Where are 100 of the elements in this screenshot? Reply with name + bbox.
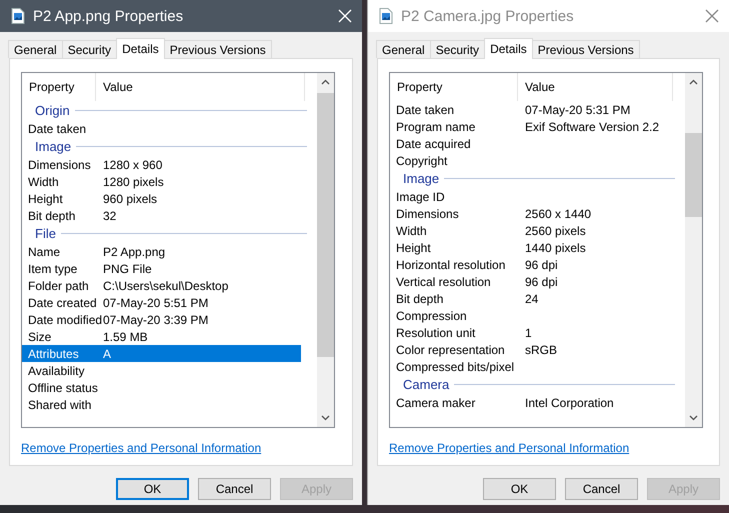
property-value: 24 (524, 292, 538, 306)
window-title: P2 App.png Properties (33, 8, 184, 24)
property-value: Intel Corporation (524, 396, 614, 410)
property-row[interactable]: Bit depth 24 (390, 290, 669, 307)
column-header[interactable]: Value (96, 73, 305, 101)
property-row[interactable]: Availability (22, 362, 301, 379)
property-name: Height (396, 240, 432, 254)
property-name: Bit depth (396, 292, 444, 306)
property-row[interactable]: Date taken (22, 120, 301, 137)
property-row[interactable]: Folder path C:\Users\sekul\Desktop (22, 277, 301, 294)
property-name: Shared with (28, 398, 92, 412)
property-name: Width (28, 174, 60, 188)
window-title: P2 Camera.jpg Properties (401, 8, 575, 24)
property-value: PNG File (102, 262, 152, 276)
property-value: 2560 x 1440 (524, 206, 592, 220)
dialog-button[interactable]: OK (116, 478, 189, 500)
tab[interactable]: Previous Versions (164, 40, 272, 58)
property-name: Copyright (396, 154, 448, 168)
group-heading: Image (403, 171, 440, 186)
column-header[interactable]: Property (390, 73, 518, 101)
tab[interactable]: Security (62, 40, 118, 58)
property-row[interactable]: Attributes A (22, 345, 301, 362)
property-value: 1 (524, 326, 532, 340)
property-value: 96 dpi (524, 274, 558, 288)
property-value: sRGB (524, 342, 558, 356)
property-name: Date modified (28, 312, 102, 326)
property-name: Name (28, 244, 62, 258)
scroll-down-icon[interactable] (321, 415, 330, 421)
property-name: Date acquired (396, 136, 472, 150)
tab[interactable]: General (8, 40, 63, 58)
property-name: Width (396, 224, 428, 238)
scrollbar[interactable] (317, 73, 334, 427)
property-name: Height (28, 192, 64, 206)
property-value: 2560 pixels (524, 224, 586, 238)
property-value: Exif Software Version 2.2 (524, 120, 660, 134)
property-row[interactable]: Copyright (390, 152, 669, 169)
property-row[interactable]: Date acquired (390, 135, 669, 152)
property-value: 1440 pixels (524, 240, 586, 254)
property-value: 07-May-20 3:39 PM (102, 312, 208, 326)
property-value: 32 (102, 208, 116, 222)
remove-properties-link[interactable]: Remove Properties and Personal Information (21, 441, 262, 455)
tab[interactable]: Details (116, 38, 165, 59)
property-value: 07-May-20 5:51 PM (102, 296, 208, 310)
property-name: Compressed bits/pixel (396, 360, 516, 374)
scroll-up-icon[interactable] (321, 79, 330, 85)
image-file-icon (11, 8, 25, 24)
property-row[interactable]: Date created 07-May-20 5:51 PM (22, 294, 301, 311)
property-name: Availability (28, 364, 86, 378)
property-row[interactable]: Dimensions 1280 x 960 (22, 156, 301, 173)
property-row[interactable]: Dimensions 2560 x 1440 (390, 205, 669, 222)
property-name: Resolution unit (396, 326, 476, 340)
property-row[interactable]: Item type PNG File (22, 260, 301, 277)
property-row[interactable]: Resolution unit 1 (390, 324, 669, 341)
property-row[interactable]: Date taken 07-May-20 5:31 PM (390, 101, 669, 118)
property-value: 960 pixels (102, 192, 158, 206)
scrollbar[interactable] (685, 73, 702, 427)
property-name: Horizontal resolution (396, 258, 506, 272)
property-value: A (102, 346, 112, 360)
column-header[interactable]: Property (22, 73, 96, 101)
property-value: P2 App.png (102, 244, 166, 258)
group-heading: File (35, 226, 56, 241)
property-row[interactable]: Offline status (22, 379, 301, 396)
property-value: 07-May-20 5:31 PM (524, 102, 630, 116)
property-name: Folder path (28, 278, 90, 292)
scroll-down-icon[interactable] (689, 415, 698, 421)
property-name: Date created (28, 296, 98, 310)
dialog-button[interactable]: Cancel (198, 478, 271, 500)
property-row[interactable]: Compression (390, 307, 669, 324)
property-name: Compression (396, 308, 468, 322)
image-file-icon (379, 8, 393, 24)
scrollbar-thumb[interactable] (317, 93, 334, 357)
property-row[interactable]: Bit depth 32 (22, 207, 301, 224)
property-row[interactable]: Vertical resolution 96 dpi (390, 273, 669, 290)
property-row[interactable]: Compressed bits/pixel (390, 358, 669, 375)
property-row[interactable]: Width 2560 pixels (390, 222, 669, 239)
scroll-up-icon[interactable] (689, 79, 698, 85)
property-row[interactable]: Height 1440 pixels (390, 239, 669, 256)
property-row[interactable]: Height 960 pixels (22, 190, 301, 207)
property-row[interactable]: Width 1280 pixels (22, 173, 301, 190)
property-row[interactable]: Date modified07-May-20 3:39 PM (22, 311, 301, 328)
property-name: Vertical resolution (396, 274, 492, 288)
property-name: Program name (396, 120, 476, 134)
scrollbar-thumb[interactable] (685, 133, 702, 217)
property-value: 1280 x 960 (102, 158, 162, 172)
property-row[interactable]: Color representation sRGB (390, 341, 669, 358)
property-name: Image ID (396, 190, 446, 204)
property-value: 1.59 MB (102, 330, 148, 344)
property-row[interactable]: Size 1.59 MB (22, 328, 301, 345)
property-value: 96 dpi (524, 258, 558, 272)
property-row[interactable]: Horizontal resolution 96 dpi (390, 256, 669, 273)
group-heading: Image (35, 139, 72, 154)
property-row[interactable]: Image ID (390, 188, 669, 205)
property-row[interactable]: Shared with (22, 396, 301, 413)
property-name: Dimensions (28, 158, 92, 172)
property-row[interactable]: Camera maker Intel Corporation (390, 394, 669, 411)
property-row[interactable]: Name P2 App.png (22, 243, 301, 260)
column-header[interactable]: Value (518, 73, 673, 101)
property-name: Date taken (396, 102, 456, 116)
property-name: Date taken (28, 122, 88, 136)
property-row[interactable]: Program name Exif Software Version 2.2 (390, 118, 669, 135)
